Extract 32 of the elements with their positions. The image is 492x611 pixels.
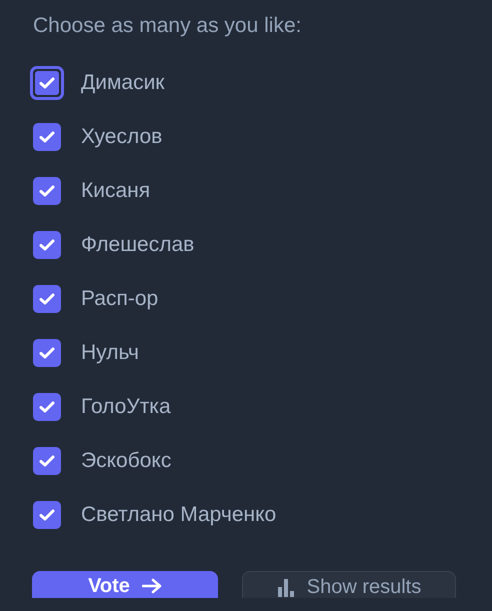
checkbox[interactable] xyxy=(33,339,61,367)
checkbox[interactable] xyxy=(33,447,61,475)
checkbox[interactable] xyxy=(33,231,61,259)
vote-button[interactable]: Vote xyxy=(32,571,218,598)
checkmark-icon xyxy=(39,130,55,144)
checkbox[interactable] xyxy=(33,393,61,421)
checkbox[interactable] xyxy=(33,123,61,151)
option-label[interactable]: Хуеслов xyxy=(81,121,162,153)
checkmark-icon xyxy=(39,76,55,90)
checkbox[interactable] xyxy=(33,285,61,313)
checkbox[interactable] xyxy=(33,501,61,529)
checkmark-icon xyxy=(39,454,55,468)
option-label[interactable]: Димасик xyxy=(81,67,164,99)
checkmark-icon xyxy=(39,238,55,252)
checkmark-icon xyxy=(39,292,55,306)
option-label[interactable]: Светлано Марченко xyxy=(81,499,276,531)
option-label[interactable]: Расп-ор xyxy=(81,283,158,315)
option-label[interactable]: Эскобокс xyxy=(81,445,172,477)
checkmark-icon xyxy=(39,400,55,414)
checkmark-icon xyxy=(39,346,55,360)
checkmark-icon xyxy=(39,184,55,198)
checkbox[interactable] xyxy=(30,66,64,100)
prompt-text: Choose as many as you like: xyxy=(33,13,302,39)
option-label[interactable]: ГолоУтка xyxy=(81,391,171,423)
bar-chart-icon xyxy=(276,577,295,597)
option-label[interactable]: Кисаня xyxy=(81,175,150,207)
arrow-right-icon xyxy=(142,578,162,594)
checkmark-icon xyxy=(39,508,55,522)
show-results-button[interactable]: Show results xyxy=(242,571,456,598)
checkbox[interactable] xyxy=(33,177,61,205)
option-label[interactable]: Флешеслав xyxy=(81,229,194,261)
option-label[interactable]: Нульч xyxy=(81,337,139,369)
